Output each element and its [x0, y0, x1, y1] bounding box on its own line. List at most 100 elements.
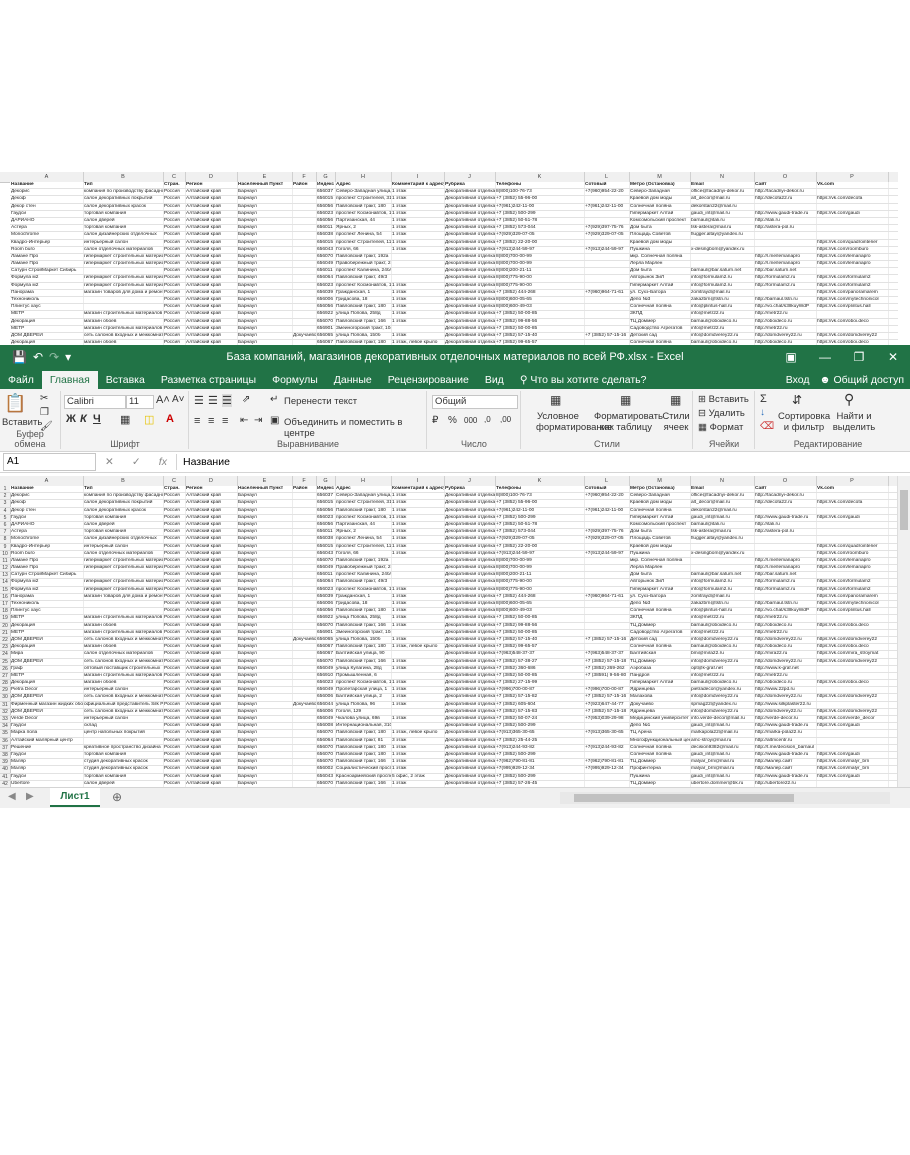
cell[interactable]: проспект Космонавтов, 1: [335, 210, 392, 217]
cell[interactable]: Декоративная отделка: [444, 773, 496, 780]
cell[interactable]: официальный представитель Silk Plaster: [83, 701, 164, 708]
cell[interactable]: gaudi_int@mail.ru: [690, 514, 755, 521]
cell[interactable]: http://www.gaudi-trade.ru: [754, 723, 817, 730]
cell[interactable]: сеть салонов входных и межкомнатных: [83, 658, 164, 665]
cell[interactable]: салон отделочных материалов: [83, 651, 164, 658]
cell[interactable]: Алтайский край: [185, 282, 238, 289]
cell[interactable]: +7(963)548-37-37: [495, 651, 585, 658]
cell[interactable]: [292, 751, 317, 759]
column-header-c[interactable]: C: [163, 172, 186, 182]
cell[interactable]: https://vk.com/oboi.deco: [816, 680, 889, 687]
cell[interactable]: http://www.silkplaster22.ru: [754, 701, 817, 708]
cell[interactable]: http://www.22pd.ru: [754, 687, 817, 694]
cell[interactable]: tsk-astera@mail.ru: [690, 529, 755, 536]
decrease-indent-icon[interactable]: ⇤: [240, 415, 248, 426]
cell[interactable]: 656070: [316, 744, 336, 751]
conditional-format-icon[interactable]: ▦: [550, 393, 561, 407]
cell[interactable]: Декоративная отделка: [444, 716, 496, 723]
cell[interactable]: https://vk.com/panoramarem: [816, 289, 889, 296]
cell[interactable]: 1 этаж: [391, 289, 445, 296]
cell[interactable]: Гипермаркет Алтай: [629, 210, 691, 217]
cell[interactable]: Алтайский край: [185, 773, 238, 780]
cell[interactable]: markapola22@mail.ru: [690, 730, 755, 737]
cell[interactable]: Депо №3: [629, 601, 691, 608]
cell[interactable]: салон дизайнерских отделочных: [83, 536, 164, 543]
cell[interactable]: https://vk.com/gaudi: [816, 210, 889, 217]
tab-formulas[interactable]: Формулы: [264, 371, 326, 389]
cell[interactable]: мкр. Солнечная поляна: [629, 557, 691, 565]
column-header-h[interactable]: H: [335, 476, 392, 486]
cell[interactable]: http://barnaul.tstn.ru: [754, 297, 817, 304]
cell[interactable]: Павловский тракт, 180: [335, 644, 392, 651]
increase-indent-icon[interactable]: ⇥: [254, 415, 262, 426]
cell[interactable]: http://astera-pol.ru: [754, 529, 817, 536]
cell[interactable]: Панорама: [10, 593, 84, 600]
cell[interactable]: dekorstan22@mail.ru: [690, 507, 755, 514]
paste-icon[interactable]: 📋: [4, 393, 26, 414]
row-header[interactable]: 31: [0, 702, 10, 709]
header-cell[interactable]: Населенный Пункт: [237, 182, 293, 189]
cell[interactable]: Дом быта: [629, 268, 691, 275]
cell[interactable]: МЕТР: [10, 615, 84, 622]
cell[interactable]: Декоративная отделка: [444, 203, 496, 210]
cell[interactable]: 656070: [316, 751, 336, 759]
cell[interactable]: http://domdverey22.ru: [754, 658, 817, 665]
cell[interactable]: Алтайский край: [185, 325, 238, 332]
italic-button[interactable]: К: [80, 413, 87, 425]
cell[interactable]: 656015: [316, 196, 336, 203]
cell[interactable]: Россия: [163, 253, 186, 261]
cell[interactable]: Россия: [163, 318, 186, 325]
horizontal-scroll-thumb[interactable]: [574, 794, 794, 802]
cell[interactable]: [391, 708, 445, 715]
cell[interactable]: gaudi_int@mail.ru: [690, 773, 755, 780]
cell[interactable]: Декоративная отделка: [444, 622, 496, 629]
cell[interactable]: 1 этаж: [391, 687, 445, 694]
cell[interactable]: +7 (3852) 360-686: [495, 665, 585, 672]
row-header[interactable]: 4: [0, 508, 10, 515]
cell[interactable]: Барнаул: [237, 232, 293, 239]
cell[interactable]: Россия: [163, 615, 186, 622]
cell[interactable]: Барнаул: [237, 644, 293, 651]
cell[interactable]: [292, 572, 317, 579]
cell[interactable]: +7 (3852) 50-51-78: [495, 217, 585, 225]
cell[interactable]: Ламане Про: [10, 557, 84, 565]
cell[interactable]: Алтайский край: [185, 701, 238, 708]
cell[interactable]: info@metr22.ru: [690, 615, 755, 622]
cell[interactable]: Декоративная отделка: [444, 723, 496, 730]
cell[interactable]: [584, 311, 630, 318]
row-header[interactable]: 37: [0, 745, 10, 752]
cell[interactable]: +7 (3852) 50-00-85: [495, 629, 585, 636]
cell[interactable]: 1 этаж: [391, 332, 445, 340]
cell[interactable]: 656037: [316, 493, 336, 500]
cell[interactable]: Алтайский край: [185, 780, 238, 787]
cell[interactable]: decision9382@mail.ru: [690, 744, 755, 751]
cell[interactable]: Гоголя, 129: [335, 708, 392, 715]
cell[interactable]: +7(962)790-81-81: [584, 759, 630, 766]
cell[interactable]: info@plintus-hall.ru: [690, 304, 755, 311]
cell[interactable]: barnaul@oboideco.ru: [690, 622, 755, 629]
cell[interactable]: https://vk.com/oboi.deco: [816, 644, 889, 651]
cancel-icon[interactable]: ✕: [105, 456, 114, 468]
cell[interactable]: Декоративная отделка: [444, 557, 496, 565]
cell[interactable]: [292, 253, 317, 261]
cell[interactable]: Гражданская, 1: [335, 593, 392, 600]
cell[interactable]: Алтайский край: [185, 297, 238, 304]
cell[interactable]: [816, 268, 889, 275]
cell[interactable]: Россия: [163, 189, 186, 196]
cell[interactable]: +7(913)244-93-82: [495, 744, 585, 751]
orientation-icon[interactable]: ⇗: [242, 394, 250, 405]
cell[interactable]: Правобережный тракт, 25: [335, 261, 392, 268]
cell[interactable]: zomtrayd@mail.ru: [690, 593, 755, 600]
cell[interactable]: +7(913)365-30-65: [495, 730, 585, 737]
cell[interactable]: Пандроя: [629, 672, 691, 680]
cell[interactable]: Декоративная отделка: [444, 536, 496, 543]
row-header[interactable]: 41: [0, 774, 10, 781]
cell[interactable]: ТЦ Доммер: [629, 759, 691, 766]
cell[interactable]: Декоративная отделка: [444, 210, 496, 217]
cell[interactable]: Алтайский край: [185, 665, 238, 672]
cell[interactable]: 656065: [316, 332, 336, 340]
cell[interactable]: Room buro: [10, 246, 84, 253]
cell[interactable]: гипермаркет строительных материалов: [83, 586, 164, 593]
cell[interactable]: Verde Decor: [10, 716, 84, 723]
cell[interactable]: Декоративная отделка: [444, 217, 496, 225]
